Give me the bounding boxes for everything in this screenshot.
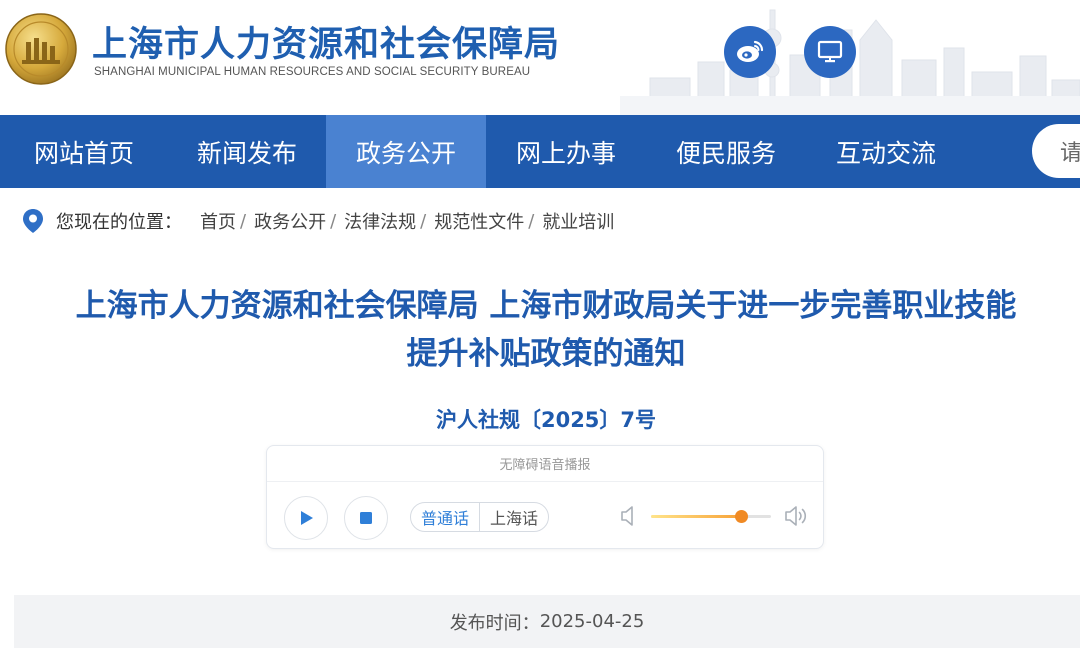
- article-title-line-2: 提升补贴政策的通知: [406, 336, 686, 372]
- breadcrumb-separator: /: [240, 210, 247, 232]
- site-header: 上海市人力资源和社会保障局 SHANGHAI MUNICIPAL HUMAN R…: [0, 0, 1080, 115]
- breadcrumb-label: 您现在的位置：: [56, 212, 182, 233]
- dialect-shanghainese[interactable]: 上海话: [479, 503, 548, 531]
- article-title-line-1: 上海市人力资源和社会保障局 上海市财政局关于进一步完善职业技能: [75, 288, 1017, 324]
- volume-slider-handle[interactable]: [735, 510, 748, 523]
- breadcrumb-employment-training[interactable]: 就业培训: [542, 208, 614, 234]
- location-pin-icon: [23, 209, 43, 233]
- volume-low-icon[interactable]: [619, 504, 639, 528]
- nav-item-home[interactable]: 网站首页: [0, 115, 168, 188]
- weibo-button[interactable]: [724, 26, 776, 78]
- volume-high-icon[interactable]: [783, 503, 809, 529]
- document-number: 沪人社规〔2025〕7号: [435, 408, 657, 432]
- stop-button[interactable]: [344, 496, 388, 540]
- nav-item-interaction[interactable]: 互动交流: [806, 115, 966, 188]
- nav-item-gov-affairs[interactable]: 政务公开: [326, 115, 486, 188]
- nav-item-news[interactable]: 新闻发布: [168, 115, 326, 188]
- play-button[interactable]: [284, 496, 328, 540]
- breadcrumb-separator: /: [330, 210, 337, 232]
- site-subtitle: SHANGHAI MUNICIPAL HUMAN RESOURCES AND S…: [94, 66, 531, 78]
- dialect-mandarin[interactable]: 普通话: [411, 503, 479, 531]
- breadcrumb: 您现在的位置： 首页 / 政务公开 / 法律法规 / 规范性文件 / 就业培训: [22, 205, 614, 237]
- publish-label: 发布时间：: [449, 612, 540, 634]
- bureau-logo: [5, 13, 77, 85]
- breadcrumb-separator: /: [420, 210, 427, 232]
- accessibility-audio-player: 无障碍语音播报 普通话 上海话: [266, 445, 824, 549]
- publish-info-bar: 发布时间： 2025-04-25: [14, 595, 1080, 648]
- breadcrumb-home[interactable]: 首页: [200, 208, 236, 234]
- breadcrumb-laws[interactable]: 法律法规: [344, 208, 416, 234]
- breadcrumb-gov-affairs[interactable]: 政务公开: [254, 208, 326, 234]
- screen-button[interactable]: [804, 26, 856, 78]
- nav-item-public-services[interactable]: 便民服务: [646, 115, 806, 188]
- volume-slider[interactable]: [651, 510, 771, 523]
- publish-date: 2025-04-25: [539, 611, 645, 632]
- main-nav: 网站首页 新闻发布 政务公开 网上办事 便民服务 互动交流 请: [0, 115, 1080, 188]
- dialect-toggle: 普通话 上海话: [410, 502, 550, 532]
- volume-slider-fill: [651, 515, 741, 518]
- screen-icon: [817, 40, 843, 63]
- play-icon: [301, 511, 313, 525]
- site-title: 上海市人力资源和社会保障局: [92, 25, 561, 65]
- article-title: 上海市人力资源和社会保障局 上海市财政局关于进一步完善职业技能 提升补贴政策的通…: [0, 282, 1080, 378]
- weibo-icon: [737, 40, 764, 62]
- player-header: 无障碍语音播报: [267, 446, 823, 482]
- breadcrumb-separator: /: [528, 210, 535, 232]
- nav-item-online-services[interactable]: 网上办事: [486, 115, 646, 188]
- stop-icon: [360, 512, 372, 524]
- breadcrumb-normative-docs[interactable]: 规范性文件: [434, 208, 524, 234]
- search-input[interactable]: 请: [1032, 124, 1080, 178]
